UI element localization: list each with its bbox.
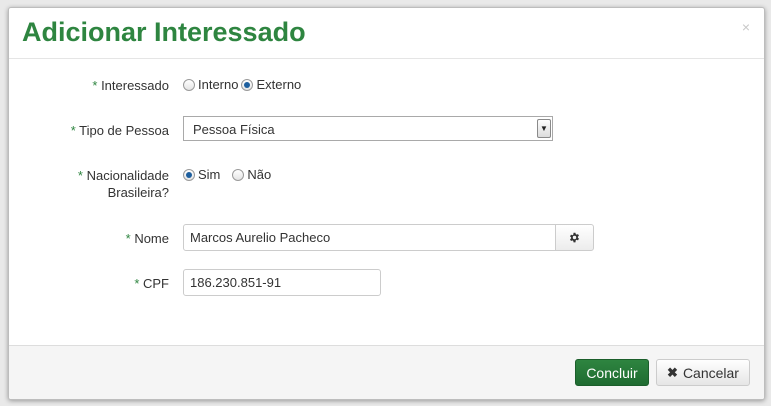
radio-interno[interactable]: Interno — [183, 77, 238, 92]
cancelar-button[interactable]: ✖ Cancelar — [656, 359, 750, 386]
radio-interno-button[interactable] — [183, 78, 195, 91]
cpf-label-text: CPF — [143, 276, 169, 291]
dropdown-arrow-icon[interactable]: ▼ — [537, 119, 551, 138]
tipo-pessoa-label-text: Tipo de Pessoa — [79, 123, 169, 138]
cpf-label: * CPF — [9, 275, 169, 292]
add-interested-dialog: Adicionar Interessado × * Interessado In… — [8, 7, 765, 400]
dialog-footer: Concluir ✖ Cancelar — [9, 345, 764, 399]
tipo-pessoa-select[interactable]: Pessoa Física ▼ — [183, 116, 553, 141]
nome-label: * Nome — [9, 230, 169, 247]
nacionalidade-label: * Nacionalidade Brasileira? — [9, 167, 169, 201]
radio-nao-label: Não — [247, 167, 272, 182]
close-icon[interactable]: × — [742, 20, 750, 34]
radio-externo-label: Externo — [256, 77, 302, 92]
required-mark: * — [134, 276, 140, 291]
radio-externo-button[interactable] — [241, 78, 254, 91]
required-mark: * — [125, 231, 131, 246]
dialog-title: Adicionar Interessado — [22, 17, 306, 47]
nome-options-button[interactable] — [555, 224, 594, 251]
tipo-pessoa-selected: Pessoa Física — [193, 122, 275, 137]
nacionalidade-label-line2: Brasileira? — [107, 185, 169, 200]
required-mark: * — [70, 123, 76, 138]
nacionalidade-radio-group: Sim Não — [183, 167, 271, 182]
required-mark: * — [92, 78, 98, 93]
dialog-header: Adicionar Interessado × — [9, 8, 764, 59]
interessado-label-text: Interessado — [101, 78, 169, 93]
cpf-input[interactable]: 186.230.851-91 — [183, 269, 381, 296]
radio-sim-button[interactable] — [183, 168, 195, 181]
radio-sim[interactable]: Sim — [183, 167, 220, 182]
close-icon: ✖ — [667, 364, 678, 380]
radio-externo[interactable]: Externo — [241, 77, 301, 92]
interessado-radio-group: Interno Externo — [183, 77, 301, 92]
nome-input[interactable]: Marcos Aurelio Pacheco — [183, 224, 556, 251]
interessado-label: * Interessado — [9, 77, 169, 94]
nome-label-text: Nome — [134, 231, 169, 246]
required-mark: * — [77, 168, 83, 183]
nacionalidade-label-line1: Nacionalidade — [86, 168, 169, 183]
concluir-button[interactable]: Concluir — [575, 359, 649, 386]
radio-nao-button[interactable] — [232, 168, 245, 181]
radio-sim-label: Sim — [198, 167, 221, 182]
cancelar-label: Cancelar — [682, 364, 739, 381]
tipo-pessoa-label: * Tipo de Pessoa — [9, 122, 169, 139]
radio-interno-label: Interno — [198, 77, 239, 92]
gear-icon — [570, 232, 579, 243]
radio-nao[interactable]: Não — [232, 167, 271, 182]
